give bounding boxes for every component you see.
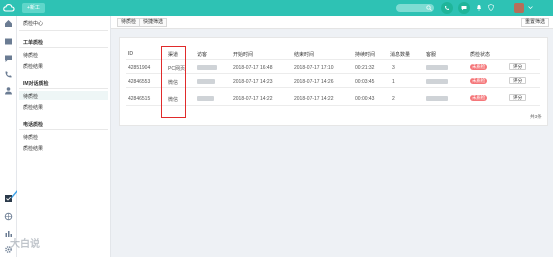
divider <box>126 105 540 106</box>
sidebar-item-im-results[interactable]: 质检结果 <box>23 104 43 111</box>
redacted-agent <box>426 65 448 70</box>
cell-duration: 00:03:45 <box>355 79 375 85</box>
sidebar-group-phone[interactable]: 电话质检 <box>23 121 43 128</box>
column-header-duration: 持续时间 <box>355 52 376 58</box>
channel-column-highlight <box>161 46 186 118</box>
sidebar-group-im[interactable]: IM对话质检 <box>23 80 49 87</box>
watermark: 大白说 <box>10 239 40 250</box>
cell-end: 2018-07-17 17:10 <box>294 65 334 71</box>
chat-bubble-icon <box>461 6 467 11</box>
sidebar-item-ticket-pending[interactable]: 待质检 <box>23 52 38 59</box>
cell-id: 42851904 <box>128 65 151 71</box>
score-button[interactable]: 评分 <box>509 77 527 84</box>
sidebar-item-ticket-results[interactable]: 质检结果 <box>23 63 43 70</box>
redacted-visitor <box>197 65 217 70</box>
bell-icon[interactable] <box>476 4 482 11</box>
divider <box>126 59 540 60</box>
redacted-visitor <box>197 96 214 101</box>
divider <box>126 73 540 74</box>
shield-icon[interactable] <box>488 4 494 11</box>
column-header-visitor: 访客 <box>197 52 208 58</box>
cell-messages: 3 <box>392 65 395 71</box>
divider <box>19 30 108 31</box>
sidebar-item-phone-results[interactable]: 质检结果 <box>23 145 43 152</box>
tab-quick-filter[interactable]: 快捷筛选 <box>139 18 168 27</box>
cell-start: 2018-07-17 16:48 <box>233 65 273 71</box>
score-button[interactable]: 评分 <box>509 63 527 70</box>
redacted-agent <box>426 96 448 101</box>
phone-icon <box>445 6 449 10</box>
divider <box>19 129 108 130</box>
column-header-end: 结束时间 <box>294 52 315 58</box>
cell-duration: 00:21:32 <box>355 65 375 71</box>
cell-start: 2018-07-17 14:22 <box>233 96 273 102</box>
list-icon[interactable] <box>4 37 13 46</box>
message-icon[interactable] <box>4 54 13 63</box>
sidebar: 质检中心 工单质检 待质检 质检结果 IM对话质检 待质检 质检结果 电话质检 … <box>17 16 111 257</box>
new-ticket-tab[interactable]: +新工 <box>22 3 45 13</box>
status-badge: 未质检 <box>470 78 488 84</box>
divider <box>126 87 540 88</box>
filter-bar: 待质检 快捷筛选 重置筛选 <box>111 16 553 29</box>
sidebar-header: 质检中心 <box>23 21 44 27</box>
sidebar-item-im-pending[interactable]: 待质检 <box>23 93 38 100</box>
cell-end: 2018-07-17 14:26 <box>294 79 334 85</box>
redacted-visitor <box>197 79 215 84</box>
search-icon[interactable] <box>426 5 432 11</box>
reset-filter-button[interactable]: 重置筛选 <box>520 18 549 27</box>
cell-duration: 00:00:43 <box>355 96 375 102</box>
status-badge: 未质检 <box>470 64 488 70</box>
divider <box>19 47 108 48</box>
status-badge: 未质检 <box>470 95 488 101</box>
globe-icon[interactable] <box>4 212 13 221</box>
score-button[interactable]: 评分 <box>509 94 527 101</box>
icon-rail <box>0 16 17 257</box>
column-header-messages: 消息数量 <box>390 52 411 58</box>
phone-button[interactable] <box>441 2 453 14</box>
column-header-start: 开始时间 <box>233 52 254 58</box>
top-bar: +新工 <box>0 0 553 16</box>
home-icon[interactable] <box>4 19 13 28</box>
cloud-logo-icon[interactable] <box>3 2 15 14</box>
column-header-agent: 客服 <box>426 52 437 58</box>
column-header-status: 质检状态 <box>470 52 491 58</box>
chat-button[interactable] <box>458 2 470 14</box>
phone-icon[interactable] <box>4 70 13 79</box>
user-avatar[interactable] <box>514 3 524 13</box>
user-icon[interactable] <box>4 86 13 95</box>
cell-id: 42846553 <box>128 79 151 85</box>
tab-pending[interactable]: 待质检 <box>117 18 141 27</box>
search-input[interactable] <box>396 4 434 12</box>
cell-start: 2018-07-17 14:23 <box>233 79 273 85</box>
sidebar-item-phone-pending[interactable]: 待质检 <box>23 134 38 141</box>
cell-messages: 1 <box>392 79 395 85</box>
cell-messages: 2 <box>392 96 395 102</box>
redacted-agent <box>426 79 448 84</box>
divider <box>19 88 108 89</box>
cell-end: 2018-07-17 14:22 <box>294 96 334 102</box>
column-header-id: ID <box>128 51 133 57</box>
cell-id: 42846515 <box>128 96 151 102</box>
sidebar-group-ticket[interactable]: 工单质检 <box>23 39 43 46</box>
total-count: 共3条 <box>530 114 542 119</box>
chevron-down-icon[interactable] <box>528 5 533 10</box>
